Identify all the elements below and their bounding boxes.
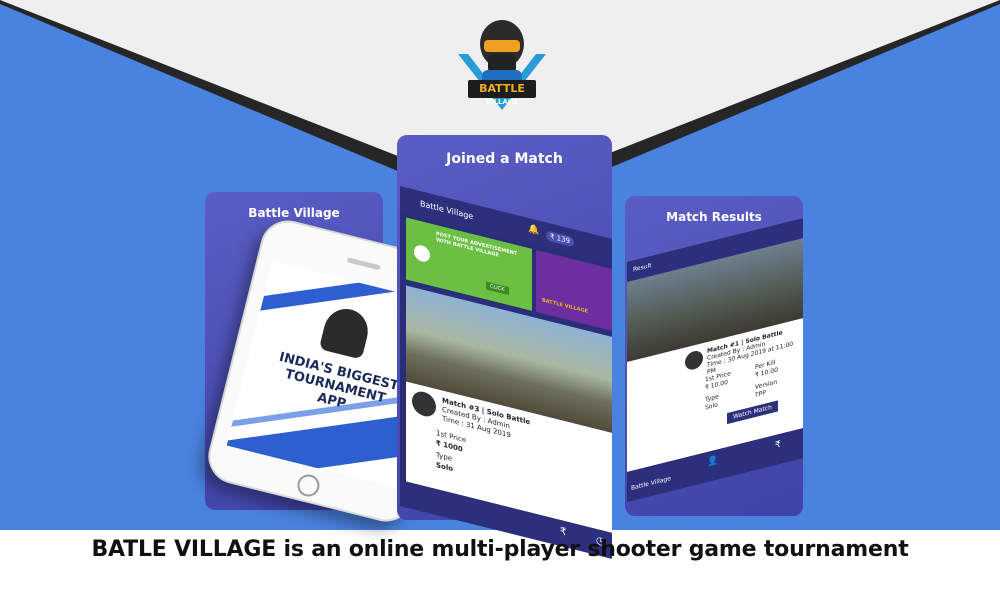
banner-purple-label: BATTLE VILLAGE [542, 297, 589, 315]
watch-match-button[interactable]: Watch Match [727, 400, 778, 425]
result-version-value: TPP [755, 389, 766, 400]
match-avatar [412, 388, 436, 419]
card-title-battle-village: Battle Village [248, 206, 340, 220]
result-type-value: Solo [705, 401, 718, 412]
coin-balance: ₹ 139 [546, 230, 575, 248]
phone-speaker [346, 257, 381, 271]
card-title-match-results: Match Results [666, 210, 762, 224]
phone-home-button [295, 472, 322, 499]
card-title-joined-match: Joined a Match [446, 151, 563, 167]
megaphone-icon [414, 243, 430, 264]
logo-text-battle: BATTLE [479, 82, 525, 95]
battle-village-logo: BATTLE VILLAGE [458, 20, 546, 110]
banner-click-button[interactable]: CLICK [486, 281, 509, 296]
joined-match-screen: Battle Village 🔔 ₹ 139 POST YOUR ADVERTI… [400, 186, 612, 559]
app-bar-title: Battle Village [420, 198, 474, 222]
nav-label: Battle Village [631, 475, 671, 493]
result-version-label: Version [755, 378, 778, 392]
phone-logo-icon [318, 304, 373, 360]
rupee-icon-right[interactable]: ₹ [775, 440, 781, 451]
logo-text-village: VILLAGE [486, 98, 519, 106]
result-label: Result [633, 261, 652, 274]
bell-icon[interactable]: 🔔 [528, 224, 539, 237]
user-icon[interactable]: 👤 [707, 455, 718, 468]
result-avatar [685, 349, 703, 372]
caption: BATLE VILLAGE is an online multi-player … [91, 537, 909, 562]
match-results-screen: Result Match #1 | Solo Battle Created By… [627, 218, 803, 502]
